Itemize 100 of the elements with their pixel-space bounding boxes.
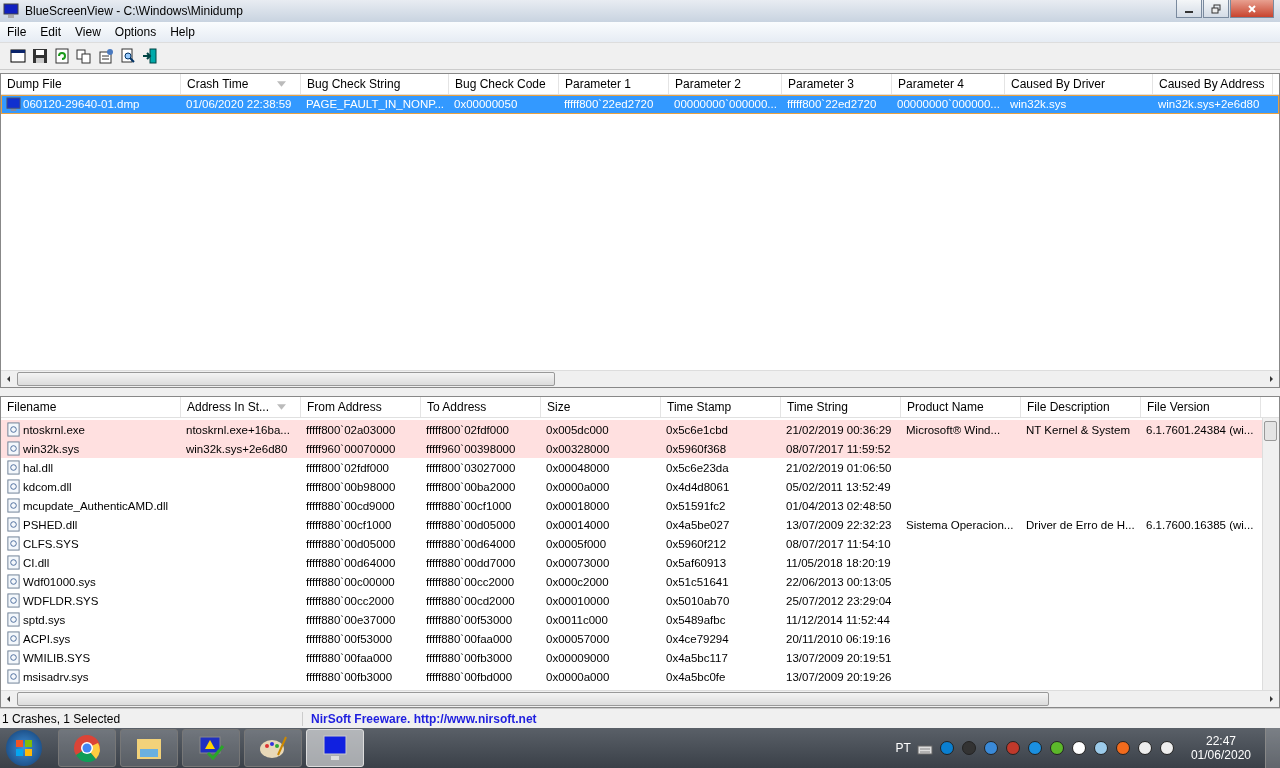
- table-cell: 21/02/2019 01:06:50: [786, 461, 892, 474]
- taskbar-app-button[interactable]: [182, 729, 240, 767]
- column-header[interactable]: Dump File: [1, 73, 181, 94]
- driver-row[interactable]: msisadrv.sys fffff880`00fb3000 fffff880`00fbd000 0x0000a000 0x4a5bc0fe 13/07/2009 20:19:26: [1, 667, 1262, 687]
- file-icon: [6, 669, 21, 685]
- table-cell: 0x00014000: [546, 518, 610, 531]
- horizontal-scrollbar[interactable]: [1, 690, 1279, 708]
- menu-item[interactable]: View: [68, 24, 108, 39]
- driver-row[interactable]: CLFS.SYS fffff880`00d05000 fffff880`00d64000 0x0005f000 0x5960f212 08/07/2017 11:54:10: [1, 534, 1262, 554]
- taskbar-app-button[interactable]: [244, 729, 302, 767]
- table-cell: 0x0005f000: [546, 537, 607, 550]
- driver-row[interactable]: CI.dll fffff880`00d64000 fffff880`00dd7000 0x00073000 0x5af60913 11/05/2018 18:20:19: [1, 553, 1262, 573]
- properties-window-icon[interactable]: [10, 47, 26, 64]
- file-icon: [6, 612, 21, 628]
- table-cell: 22/06/2013 00:13:05: [786, 575, 892, 588]
- taskbar-app-button[interactable]: [120, 729, 178, 767]
- save-icon[interactable]: [32, 47, 48, 64]
- column-header[interactable]: From Address: [301, 397, 421, 418]
- column-header[interactable]: Crash Time: [181, 73, 301, 94]
- scroll-left-icon[interactable]: [5, 695, 13, 704]
- driver-row[interactable]: WMILIB.SYS fffff880`00faa000 fffff880`00fb3000 0x00009000 0x4a5bc117 13/07/2009 20:19:51: [1, 648, 1262, 668]
- column-header[interactable]: Caused By Address: [1153, 73, 1273, 94]
- table-cell: 13/07/2009 20:19:51: [786, 651, 892, 664]
- column-header[interactable]: Parameter 3: [782, 73, 892, 94]
- clock[interactable]: 22:47 01/06/2020: [1180, 734, 1259, 762]
- table-cell: ACPI.sys: [23, 632, 71, 645]
- table-cell: fffff880`00cf1000: [306, 518, 392, 531]
- menu-item[interactable]: Options: [107, 24, 164, 39]
- monitor-icon: [6, 96, 21, 112]
- menu-item[interactable]: Help: [163, 24, 202, 39]
- column-header[interactable]: File Description: [1021, 397, 1141, 418]
- credit-link[interactable]: NirSoft Freeware. http://www.nirsoft.net: [311, 711, 537, 726]
- table-cell: 0x51c51641: [666, 575, 729, 588]
- table-cell: 01/06/2020 22:38:59: [186, 98, 292, 111]
- driver-row[interactable]: ACPI.sys fffff880`00f53000 fffff880`00faa000 0x00057000 0x4ce79294 20/11/2010 06:19:16: [1, 629, 1262, 649]
- restore-button[interactable]: [1203, 0, 1229, 18]
- table-cell: 0x00009000: [546, 651, 610, 664]
- table-cell: kdcom.dll: [23, 480, 72, 493]
- table-cell: 6.1.7600.16385 (wi...: [1146, 518, 1254, 531]
- menu-item[interactable]: File: [0, 24, 34, 39]
- browser-icon: [72, 733, 102, 763]
- column-header[interactable]: Size: [541, 397, 661, 418]
- table-cell: fffff880`00d64000: [306, 556, 396, 569]
- column-header[interactable]: Time Stamp: [661, 397, 781, 418]
- table-cell: 0x4a5be027: [666, 518, 730, 531]
- scroll-left-icon[interactable]: [5, 375, 13, 384]
- horizontal-scrollbar[interactable]: [1, 370, 1279, 388]
- column-header[interactable]: Bug Check String: [301, 73, 449, 94]
- table-cell: win32k.sys+2e6d80: [1158, 98, 1260, 111]
- driver-row[interactable]: sptd.sys fffff880`00e37000 fffff880`00f53000 0x0011c000 0x5489afbc 11/12/2014 11:52:44: [1, 610, 1262, 630]
- close-button[interactable]: [1230, 0, 1274, 18]
- monitor-icon: [3, 3, 19, 19]
- file-icon: [6, 631, 21, 647]
- column-header[interactable]: File Version: [1141, 397, 1261, 418]
- column-header[interactable]: Product Name: [901, 397, 1021, 418]
- table-cell: fffff800`22ed2720: [787, 98, 877, 111]
- scroll-right-icon[interactable]: [1267, 375, 1275, 384]
- minimize-icon: [1185, 10, 1193, 13]
- table-cell: fffff880`00dd7000: [426, 556, 516, 569]
- file-icon: [6, 555, 21, 571]
- window-title: BlueScreenView - C:\Windows\Minidump: [24, 4, 243, 18]
- column-header[interactable]: Parameter 2: [669, 73, 782, 94]
- table-cell: fffff960`00398000: [426, 442, 516, 455]
- minimize-button[interactable]: [1176, 0, 1202, 18]
- column-header[interactable]: To Address: [421, 397, 541, 418]
- menu-item[interactable]: Edit: [33, 24, 69, 39]
- table-cell: 0x5960f368: [666, 442, 727, 455]
- driver-row[interactable]: hal.dll fffff800`02fdf000 fffff800`03027000 0x00048000 0x5c6e23da 21/02/2019 01:06:50: [1, 458, 1262, 478]
- table-cell: NT Kernel & System: [1026, 423, 1130, 436]
- table-cell: 060120-29640-01.dmp: [23, 98, 140, 111]
- scroll-right-icon[interactable]: [1267, 695, 1275, 704]
- table-cell: fffff800`02a03000: [306, 423, 396, 436]
- file-icon: [6, 574, 21, 590]
- vertical-scrollbar[interactable]: [1262, 418, 1279, 691]
- driver-row[interactable]: win32k.sys win32k.sys+2e6d80 fffff960`00070000 fffff960`00398000 0x00328000 0x5960f368 08/07/2017 11:59:52: [1, 439, 1262, 459]
- copy-icon[interactable]: [76, 47, 92, 64]
- table-cell: mcupdate_AuthenticAMD.dll: [23, 499, 169, 512]
- start-button[interactable]: [6, 730, 42, 766]
- driver-row[interactable]: mcupdate_AuthenticAMD.dll fffff880`00cd9000 fffff880`00cf1000 0x00018000 0x51591fc2 01/04/2013 02:48:50: [1, 496, 1262, 516]
- column-header[interactable]: Time String: [781, 397, 901, 418]
- driver-row[interactable]: Wdf01000.sys fffff880`00c00000 fffff880`00cc2000 0x000c2000 0x51c51641 22/06/2013 00:13:05: [1, 572, 1262, 592]
- search-icon[interactable]: [120, 47, 136, 64]
- column-header[interactable]: Caused By Driver: [1005, 73, 1153, 94]
- column-header[interactable]: Bug Check Code: [449, 73, 559, 94]
- column-header[interactable]: Address In St...: [181, 397, 301, 418]
- exit-door-icon[interactable]: [142, 47, 158, 64]
- table-cell: 0x5c6e23da: [666, 461, 729, 474]
- driver-row[interactable]: kdcom.dll fffff800`00b98000 fffff800`00ba2000 0x0000a000 0x4d4d8061 05/02/2011 13:52:49: [1, 477, 1262, 497]
- taskbar-app-button[interactable]: [58, 729, 116, 767]
- column-header[interactable]: Filename: [1, 397, 181, 418]
- column-header[interactable]: Parameter 4: [892, 73, 1005, 94]
- driver-row[interactable]: PSHED.dll fffff880`00cf1000 fffff880`00d05000 0x00014000 0x4a5be027 13/07/2009 22:32:23 Sistema Operacion... Driver de Erro de H... 6.1.7600.16385 (wi...: [1, 515, 1262, 535]
- driver-row[interactable]: WDFLDR.SYS fffff880`00cc2000 fffff880`00cd2000 0x00010000 0x5010ab70 25/07/2012 23:29:04: [1, 591, 1262, 611]
- language-indicator[interactable]: PT: [895, 741, 911, 755]
- file-icon: [6, 517, 21, 533]
- column-header[interactable]: Parameter 1: [559, 73, 669, 94]
- driver-row[interactable]: ntoskrnl.exe ntoskrnl.exe+16ba... fffff800`02a03000 fffff800`02fdf000 0x005dc000 0x5c6e1cbd 21/02/2019 00:36:29 Microsoft® Wind... NT Kernel & System 6.1.7601.24384 (wi...: [1, 420, 1262, 440]
- properties-icon[interactable]: [98, 47, 114, 64]
- table-cell: 21/02/2019 00:36:29: [786, 423, 892, 436]
- refresh-icon[interactable]: [54, 47, 70, 64]
